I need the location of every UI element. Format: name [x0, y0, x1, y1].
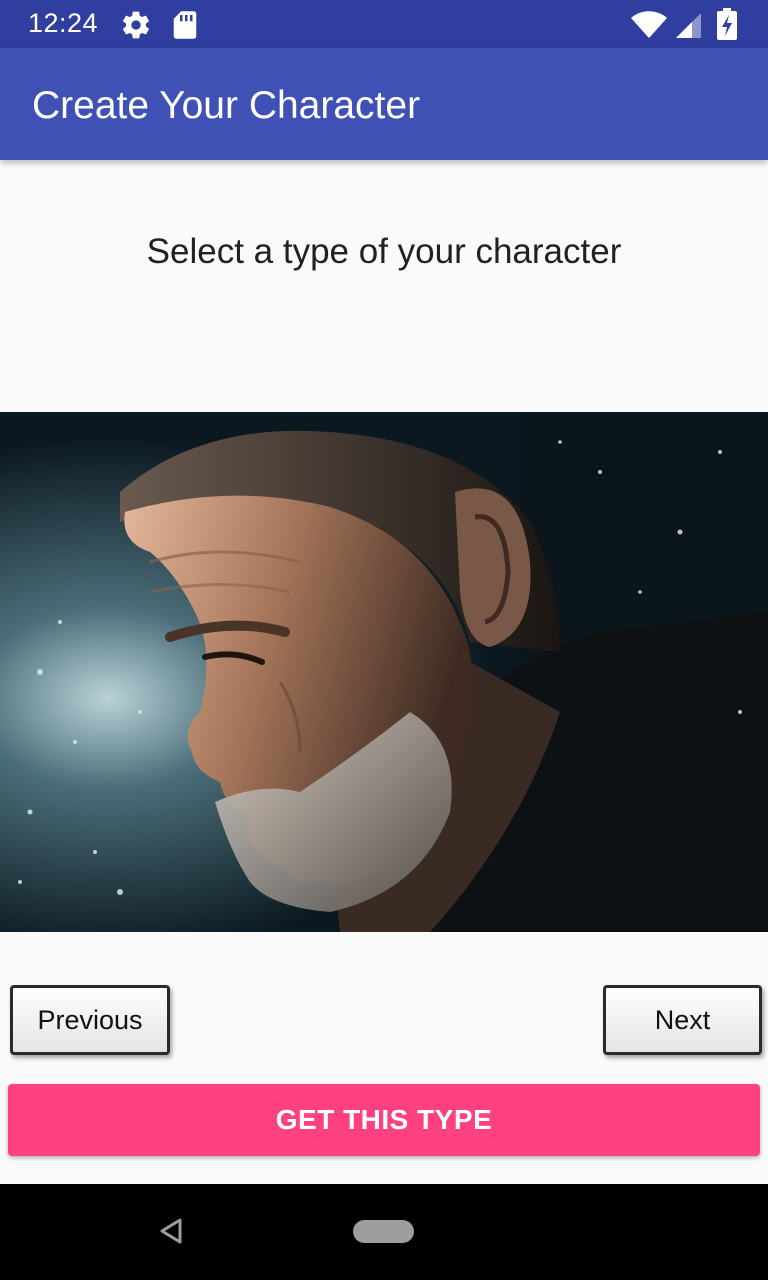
home-pill-icon[interactable]: [353, 1220, 414, 1243]
back-icon[interactable]: [156, 1216, 186, 1251]
battery-icon: [716, 8, 738, 45]
signal-icon: [674, 11, 702, 44]
character-type-prompt: Select a type of your character: [146, 232, 622, 271]
previous-button[interactable]: Previous: [10, 985, 170, 1055]
next-button[interactable]: Next: [603, 985, 762, 1055]
sd-card-icon: [172, 10, 198, 45]
wifi-icon: [630, 11, 668, 44]
gear-icon: [120, 9, 152, 46]
status-bar: 12:24: [0, 0, 768, 48]
page-title: Create Your Character: [32, 84, 421, 127]
app-bar: Create Your Character: [0, 48, 768, 160]
character-image: [0, 412, 768, 932]
status-time: 12:24: [28, 8, 99, 38]
get-this-type-button[interactable]: GET THIS TYPE: [8, 1084, 760, 1156]
